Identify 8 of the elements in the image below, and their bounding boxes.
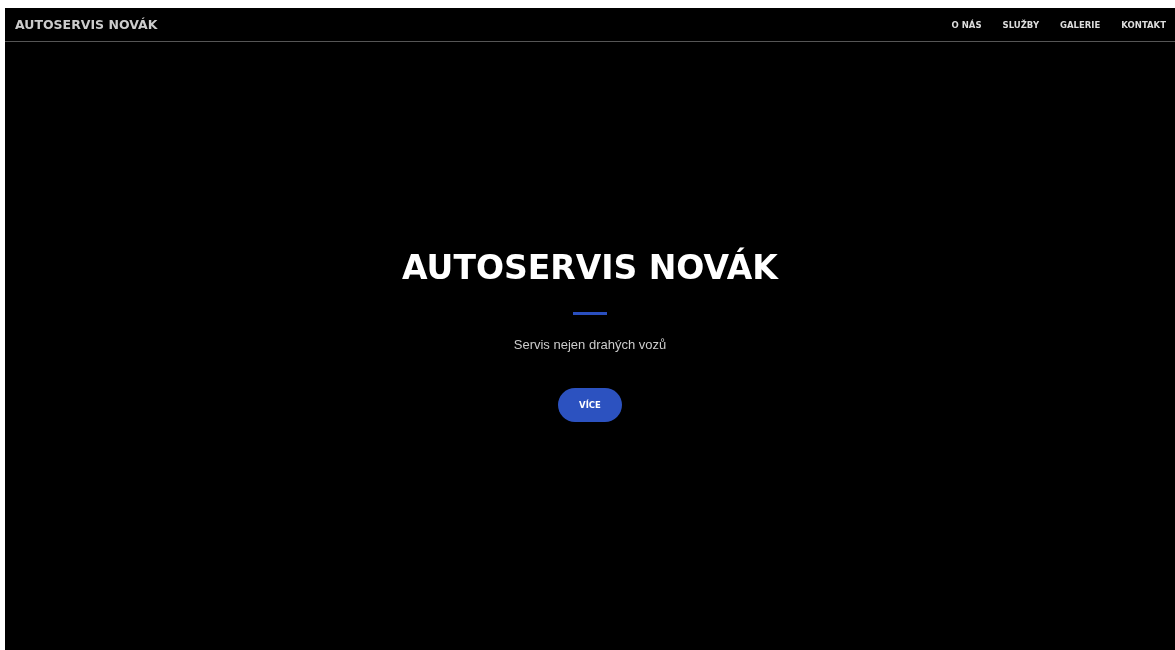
nav-link[interactable]: SLUŽBY	[1002, 19, 1040, 30]
nav-link[interactable]: O NÁS	[951, 19, 982, 30]
brand-link[interactable]: AUTOSERVIS NOVÁK	[15, 17, 158, 32]
nav-link[interactable]: KONTAKT	[1121, 19, 1166, 30]
hero-subtitle: Servis nejen drahých vozů	[513, 337, 667, 352]
more-button[interactable]: VÍCE	[558, 388, 622, 422]
nav-link[interactable]: GALERIE	[1060, 19, 1101, 30]
hero-title: AUTOSERVIS NOVÁK	[402, 248, 778, 288]
